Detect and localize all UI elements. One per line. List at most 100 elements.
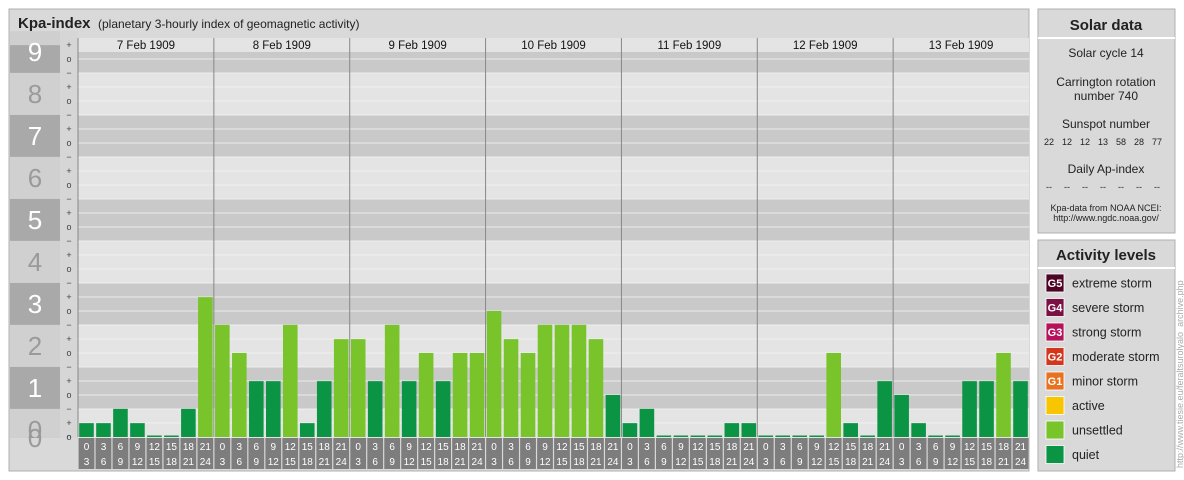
hour-end-label: 3 [220,457,226,468]
y-band-7 [78,114,1029,157]
hour-start-label: 0 [220,442,226,453]
kp-bar [418,353,434,437]
hour-start-label: 12 [556,442,568,453]
y-band-5 [78,198,1029,241]
hour-start-label: 9 [542,442,548,453]
ap-value: -- [1136,182,1142,192]
hour-end-label: 18 [302,457,314,468]
legend-badge: G4 [1048,303,1064,315]
kp-bar [996,353,1011,437]
hour-end-label: 9 [797,457,803,468]
sunspot-value: 58 [1116,137,1126,147]
ap-value: -- [1154,182,1160,192]
y-tick-label: 9 [28,37,42,67]
hour-start-label: 0 [763,442,769,453]
carrington-line1: Carrington rotation [1056,75,1155,89]
hour-start-label: 3 [372,442,378,453]
kp-bar [724,423,740,437]
kp-bar [384,324,400,437]
hour-end-label: 15 [285,457,297,468]
y-sub-label: − [66,68,71,78]
hour-start-label: 9 [406,442,412,453]
y-tick-label: 0 [28,423,42,453]
ap-value: -- [1082,182,1088,192]
kp-bar [605,395,621,437]
y-sub-label: + [66,82,71,92]
hour-start-label: 6 [525,442,531,453]
sunspot-value: 12 [1062,137,1072,147]
sunspot-value: 12 [1080,137,1090,147]
hour-end-label: 3 [355,457,361,468]
y-tick-label: 2 [28,331,42,361]
sunspot-value: 28 [1134,137,1144,147]
hour-start-label: 0 [491,442,497,453]
y-tick-label: 7 [28,121,42,151]
kp-bar [1013,381,1028,437]
hour-end-label: 6 [508,457,514,468]
hour-end-label: 12 [811,457,823,468]
hour-start-label: 15 [302,442,314,453]
y-sub-label: o [66,96,71,106]
kp-bar [656,435,672,437]
hour-end-label: 12 [947,457,959,468]
hour-end-label: 15 [556,457,568,468]
hour-end-label: 6 [101,457,107,468]
kp-bar [282,324,298,437]
kp-bar [758,435,774,437]
hour-start-label: 21 [743,442,755,453]
solar-cycle: Solar cycle 14 [1068,46,1144,60]
y-sub-label: o [66,432,71,442]
y-tick-label: 6 [28,163,42,193]
hour-end-label: 6 [916,457,922,468]
plot-area [10,31,1029,467]
kp-bar [877,381,892,437]
hour-end-label: 24 [743,457,755,468]
hour-end-label: 24 [879,457,891,468]
hour-start-label: 9 [271,442,277,453]
hour-start-label: 18 [455,442,467,453]
kp-bar [130,423,145,437]
hour-start-label: 21 [607,442,619,453]
hour-start-label: 15 [573,442,585,453]
hour-start-label: 0 [84,442,90,453]
kp-bar [911,423,926,437]
y-sub-label: o [66,306,71,316]
hour-end-label: 21 [183,457,195,468]
kp-bar [503,339,519,437]
kp-bar [622,423,638,437]
kp-bar [639,408,655,437]
hour-start-label: 12 [964,442,976,453]
hour-end-label: 6 [372,457,378,468]
kp-bar [690,435,706,437]
kp-bar [741,423,757,437]
kp-bar [435,381,451,437]
source-line2: http://www.ngdc.noaa.gov/ [1053,213,1159,223]
hour-start-label: 3 [916,442,922,453]
hour-end-label: 9 [933,457,939,468]
kp-bar [79,423,94,437]
kp-bar [945,435,960,437]
hour-end-label: 9 [661,457,667,468]
hour-end-label: 12 [404,457,416,468]
hour-start-label: 6 [933,442,939,453]
hour-start-label: 6 [254,442,260,453]
hour-end-label: 9 [118,457,124,468]
kp-bar [249,381,264,437]
chart-title: Kpa-index [18,15,91,32]
hour-start-label: 0 [899,442,905,453]
hour-start-label: 3 [237,442,243,453]
hour-end-label: 24 [472,457,484,468]
legend-label: quiet [1072,448,1100,462]
kp-bar [826,353,841,437]
kp-bar [401,381,417,437]
hour-start-label: 9 [678,442,684,453]
kp-bar [860,435,875,437]
hour-start-label: 12 [421,442,433,453]
kp-bar [198,297,213,437]
kp-bar [520,353,536,437]
hour-start-label: 15 [709,442,721,453]
hour-end-label: 18 [709,457,721,468]
kp-bar [843,423,858,437]
legend-badge: G5 [1048,278,1063,290]
legend-badge: G1 [1048,376,1063,388]
